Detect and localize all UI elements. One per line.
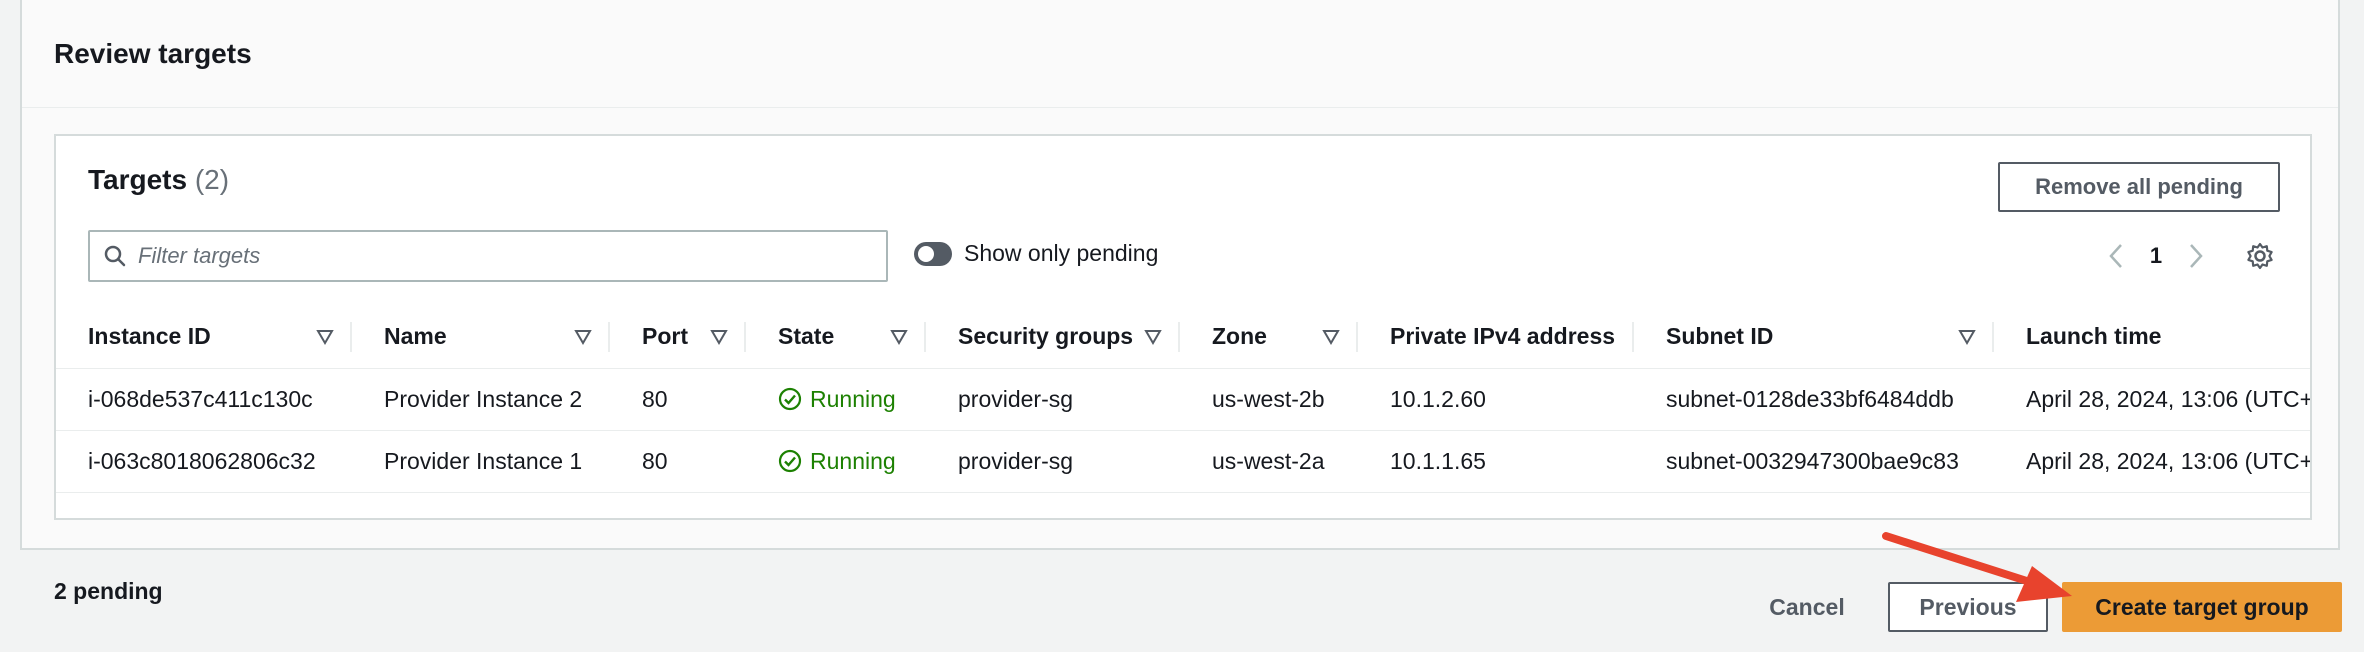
sort-down-icon[interactable] (710, 328, 728, 346)
filter-targets-field[interactable] (88, 230, 888, 282)
table-row[interactable]: i-068de537c411c130c Provider Instance 2 … (56, 368, 2310, 431)
state-label: Running (810, 447, 896, 474)
column-header-security-groups[interactable]: Security groups (926, 306, 1180, 369)
check-circle-icon (778, 449, 802, 473)
gear-icon[interactable] (2240, 236, 2280, 276)
column-label: Name (384, 323, 447, 350)
cell-instance-id: i-063c8018062806c32 (56, 430, 352, 493)
targets-table: Instance ID Name Port State Security gro… (56, 306, 2310, 493)
column-header-port[interactable]: Port (610, 306, 746, 369)
column-header-subnet-id[interactable]: Subnet ID (1634, 306, 1994, 369)
cell-port: 80 (610, 430, 746, 493)
targets-table-container: Targets (2) Remove all pending Show only… (54, 134, 2312, 520)
column-label: Launch time (2026, 323, 2162, 350)
toggle-label: Show only pending (964, 240, 1159, 266)
filter-targets-input[interactable] (136, 231, 886, 281)
sort-down-icon[interactable] (1144, 328, 1162, 346)
column-label: Instance ID (88, 323, 211, 350)
sort-down-icon[interactable] (574, 328, 592, 346)
cell-zone: us-west-2a (1180, 430, 1358, 493)
show-only-pending-toggle[interactable]: Show only pending (914, 240, 1158, 267)
cell-security-groups: provider-sg (926, 368, 1180, 431)
targets-count: (2) (194, 164, 230, 195)
search-icon (102, 243, 128, 269)
column-label: Port (642, 323, 688, 350)
cell-launch-time: April 28, 2024, 13:06 (UTC+0 (1994, 368, 2310, 431)
column-header-launch-time[interactable]: Launch time (1994, 306, 2310, 369)
previous-button[interactable]: Previous (1888, 582, 2048, 632)
cell-port: 80 (610, 368, 746, 431)
cell-ipv4: 10.1.2.60 (1358, 368, 1634, 431)
sort-down-icon[interactable] (316, 328, 334, 346)
column-header-private-ipv4[interactable]: Private IPv4 address (1358, 306, 1634, 369)
pagination: 1 (2096, 234, 2300, 278)
sort-down-icon[interactable] (1322, 328, 1340, 346)
cell-subnet: subnet-0128de33bf6484ddb (1634, 368, 1994, 431)
create-target-group-button[interactable]: Create target group (2062, 582, 2342, 632)
column-header-instance-id[interactable]: Instance ID (56, 306, 352, 369)
column-header-state[interactable]: State (746, 306, 926, 369)
targets-heading: Targets (2) (88, 164, 229, 196)
chevron-left-icon[interactable] (2096, 236, 2136, 276)
pending-count: 2 pending (54, 578, 163, 604)
review-targets-panel: Review targets Targets (2) Remove all pe… (20, 0, 2340, 550)
table-header-row: Instance ID Name Port State Security gro… (56, 306, 2310, 369)
cell-zone: us-west-2b (1180, 368, 1358, 431)
cell-state: Running (746, 368, 926, 431)
cell-ipv4: 10.1.1.65 (1358, 430, 1634, 493)
targets-title: Targets (88, 164, 188, 195)
cell-subnet: subnet-0032947300bae9c83 (1634, 430, 1994, 493)
remove-all-pending-button[interactable]: Remove all pending (1998, 162, 2280, 212)
sort-down-icon[interactable] (890, 328, 908, 346)
column-label: Subnet ID (1666, 323, 1774, 350)
table-row[interactable]: i-063c8018062806c32 Provider Instance 1 … (56, 430, 2310, 493)
cell-instance-id: i-068de537c411c130c (56, 368, 352, 431)
state-label: Running (810, 385, 896, 412)
toggle-switch[interactable] (914, 241, 952, 266)
column-header-zone[interactable]: Zone (1180, 306, 1358, 369)
cancel-button[interactable]: Cancel (1752, 582, 1862, 632)
page-number[interactable]: 1 (2136, 243, 2176, 269)
cell-security-groups: provider-sg (926, 430, 1180, 493)
column-label: Private IPv4 address (1390, 323, 1616, 350)
cell-name: Provider Instance 2 (352, 368, 610, 431)
review-targets-header: Review targets (22, 0, 2338, 108)
cell-launch-time: April 28, 2024, 13:06 (UTC+0 (1994, 430, 2310, 493)
column-header-name[interactable]: Name (352, 306, 610, 369)
column-label: State (778, 323, 835, 350)
column-label: Zone (1212, 323, 1267, 350)
cell-state: Running (746, 430, 926, 493)
chevron-right-icon[interactable] (2176, 236, 2216, 276)
cell-name: Provider Instance 1 (352, 430, 610, 493)
sort-down-icon[interactable] (1958, 328, 1976, 346)
column-label: Security groups (958, 323, 1134, 350)
check-circle-icon (778, 387, 802, 411)
section-title: Review targets (54, 37, 252, 69)
